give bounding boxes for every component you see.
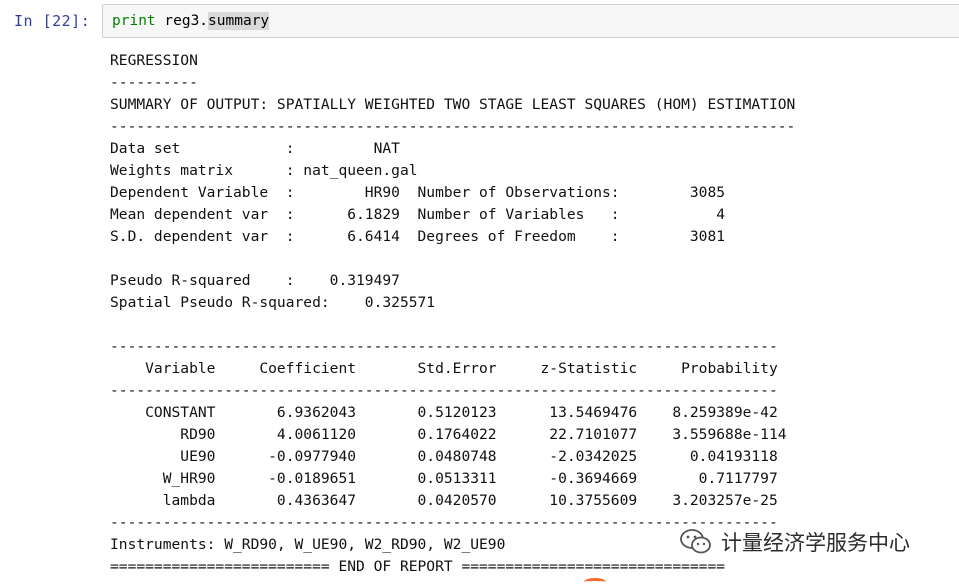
output-line: ----------------------------------------… [110,382,778,399]
watermark: 计量经济学服务中心 [679,527,910,557]
output-line: Pseudo R-squared : 0.319497 [110,272,400,289]
code-keyword: print [112,13,156,29]
table-row: RD90 4.0061120 0.1764022 22.7101077 3.55… [110,426,787,443]
output-line: Data set : NAT [110,140,400,157]
output-line: Spatial Pseudo R-squared: 0.325571 [110,294,436,311]
output-line: Dependent Variable : HR90 Number of Obse… [110,184,726,201]
output-line: ----------------------------------------… [110,118,796,135]
cell-prompt: In [22]: [14,12,91,30]
output-line: ----------------------------------------… [110,338,778,355]
code-input-cell[interactable]: print reg3.summary [102,4,959,38]
code-text: reg3. [155,13,209,29]
table-row: UE90 -0.0977940 0.0480748 -2.0342025 0.0… [110,448,778,465]
decorative-mark [584,578,606,586]
code-highlighted-token: summary [208,12,270,30]
table-row: W_HR90 -0.0189651 0.0513311 -0.3694669 0… [110,470,778,487]
table-row: lambda 0.4363647 0.0420570 10.3755609 3.… [110,492,778,509]
output-line: S.D. dependent var : 6.6414 Degrees of F… [110,228,726,245]
watermark-text: 计量经济学服务中心 [721,531,910,555]
output-line: Mean dependent var : 6.1829 Number of Va… [110,206,726,223]
table-row: CONSTANT 6.9362043 0.5120123 13.5469476 … [110,404,778,421]
output-line: REGRESSION [110,52,198,69]
end-of-report-line: ========================= END OF REPORT … [110,558,726,575]
output-line: SUMMARY OF OUTPUT: SPATIALLY WEIGHTED TW… [110,96,796,113]
wechat-icon [679,528,713,556]
output-line: ---------- [110,74,198,91]
code-line[interactable]: print reg3.summary [112,12,270,30]
output-line: Weights matrix : nat_queen.gal [110,162,418,179]
cell-output: REGRESSION ---------- SUMMARY OF OUTPUT:… [110,50,795,578]
table-header-row: Variable Coefficient Std.Error z-Statist… [110,360,778,377]
